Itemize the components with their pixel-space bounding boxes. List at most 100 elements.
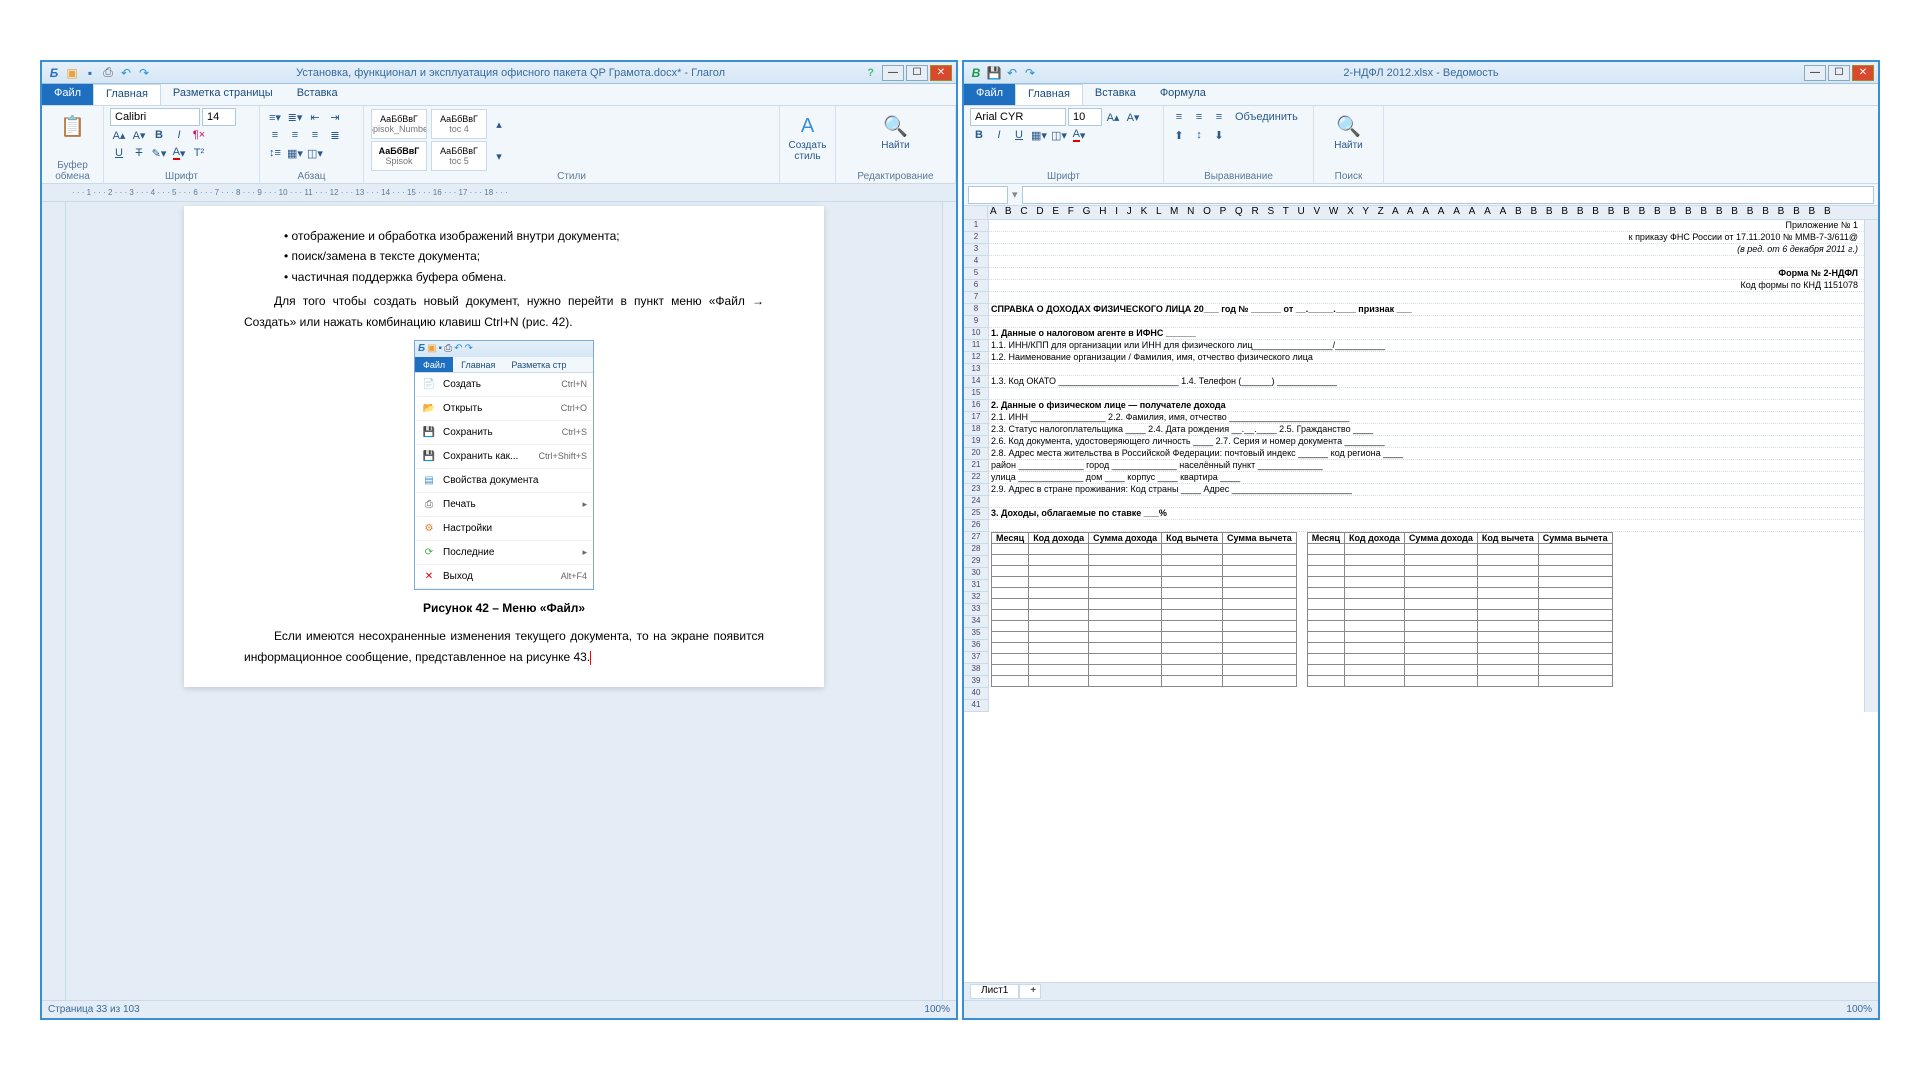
highlight-icon[interactable]: ✎▾ xyxy=(150,144,168,162)
underline-button[interactable]: U xyxy=(110,144,128,162)
tab-file[interactable]: Файл xyxy=(42,84,93,105)
undo-icon[interactable]: ↶ xyxy=(118,65,134,81)
minimize-button[interactable]: — xyxy=(882,65,904,81)
vertical-scrollbar[interactable] xyxy=(942,202,956,1000)
align-center-icon[interactable]: ≡ xyxy=(286,126,304,144)
page-status: Страница 33 из 103 xyxy=(48,1004,140,1015)
menubar: Файл Главная Разметка страницы Вставка xyxy=(42,84,956,106)
merge-button[interactable]: Объединить xyxy=(1230,108,1303,126)
styles-scroll-down-icon[interactable]: ▾ xyxy=(490,147,508,165)
font-size-select[interactable] xyxy=(1068,108,1102,126)
underline-button[interactable]: U xyxy=(1010,126,1028,144)
cells-grid[interactable]: Приложение № 1 к приказу ФНС России от 1… xyxy=(989,220,1864,712)
menu-item-props: ▤Свойства документа xyxy=(415,469,593,493)
app-logo-icon: Б xyxy=(418,340,425,357)
save-icon[interactable]: 💾 xyxy=(986,65,1002,81)
add-sheet-button[interactable]: + xyxy=(1019,984,1041,999)
page[interactable]: • отображение и обработка изображений вн… xyxy=(184,206,824,687)
styles-scroll-up-icon[interactable]: ▴ xyxy=(490,115,508,133)
font-size-select[interactable] xyxy=(202,108,236,126)
embedded-tab-home: Главная xyxy=(453,357,503,372)
align-justify-icon[interactable]: ≣ xyxy=(326,126,344,144)
align-left-icon[interactable]: ≡ xyxy=(1170,108,1188,126)
group-paragraph: ≡▾ ≣▾ ⇤ ⇥ ≡ ≡ ≡ ≣ ↕≡ ▦▾ ◫▾ Абзац xyxy=(260,106,364,183)
superscript-icon[interactable]: T² xyxy=(190,144,208,162)
font-name-select[interactable] xyxy=(110,108,200,126)
close-button[interactable]: ✕ xyxy=(930,65,952,81)
style-item[interactable]: АаБбВвГSpisok_Number xyxy=(371,109,427,139)
maximize-button[interactable]: ☐ xyxy=(906,65,928,81)
vertical-ruler[interactable] xyxy=(42,202,66,1000)
shrink-font-icon[interactable]: A▾ xyxy=(130,126,148,144)
align-top-icon[interactable]: ⬆ xyxy=(1170,126,1188,144)
font-color-icon[interactable]: A▾ xyxy=(170,144,188,162)
strike-button[interactable]: T xyxy=(130,144,148,162)
grow-font-icon[interactable]: A▴ xyxy=(110,126,128,144)
menu-item-settings: ⚙Настройки xyxy=(415,517,593,541)
italic-button[interactable]: I xyxy=(170,126,188,144)
shading-icon[interactable]: ◫▾ xyxy=(306,144,324,162)
italic-button[interactable]: I xyxy=(990,126,1008,144)
bold-button[interactable]: B xyxy=(150,126,168,144)
find-button[interactable]: 🔍Найти xyxy=(842,108,949,155)
tab-formula[interactable]: Формула xyxy=(1148,84,1218,105)
redo-icon[interactable]: ↷ xyxy=(1022,65,1038,81)
formula-bar[interactable] xyxy=(1022,186,1874,204)
horizontal-ruler[interactable]: · · · 1 · · · 2 · · · 3 · · · 4 · · · 5 … xyxy=(42,184,956,202)
minimize-button[interactable]: — xyxy=(1804,65,1826,81)
ribbon: A▴ A▾ B I U ▦▾ ◫▾ A▾ Шрифт ≡ ≡ ≡ Объедин… xyxy=(964,106,1878,184)
outdent-icon[interactable]: ⇤ xyxy=(306,108,324,126)
print-icon[interactable]: ⎙ xyxy=(100,65,116,81)
vertical-scrollbar[interactable] xyxy=(1864,220,1878,712)
borders-icon[interactable]: ▦▾ xyxy=(286,144,304,162)
align-middle-icon[interactable]: ↕ xyxy=(1190,126,1208,144)
tab-home[interactable]: Главная xyxy=(1015,84,1083,105)
bullets-icon[interactable]: ≡▾ xyxy=(266,108,284,126)
document-area: • отображение и обработка изображений вн… xyxy=(42,202,956,1000)
grow-font-icon[interactable]: A▴ xyxy=(1104,108,1122,126)
redo-icon[interactable]: ↷ xyxy=(136,65,152,81)
undo-icon[interactable]: ↶ xyxy=(1004,65,1020,81)
align-right-icon[interactable]: ≡ xyxy=(306,126,324,144)
align-bottom-icon[interactable]: ⬇ xyxy=(1210,126,1228,144)
indent-icon[interactable]: ⇥ xyxy=(326,108,344,126)
shrink-font-icon[interactable]: A▾ xyxy=(1124,108,1142,126)
create-style-button[interactable]: AСоздать стиль xyxy=(786,108,829,166)
line-spacing-icon[interactable]: ↕≡ xyxy=(266,144,284,162)
numbering-icon[interactable]: ≣▾ xyxy=(286,108,304,126)
clear-format-icon[interactable]: ¶× xyxy=(190,126,208,144)
borders-icon[interactable]: ▦▾ xyxy=(1030,126,1048,144)
name-box[interactable] xyxy=(968,186,1008,204)
folder-icon[interactable]: ▣ xyxy=(64,65,80,81)
row-headers[interactable]: 1234567891011121314151617181920212223242… xyxy=(964,220,989,712)
titlebar: Б ▣ ▪ ⎙ ↶ ↷ Установка, функционал и эксп… xyxy=(42,62,956,84)
align-left-icon[interactable]: ≡ xyxy=(266,126,284,144)
menu-item-exit: ✕ВыходAlt+F4 xyxy=(415,565,593,589)
fill-color-icon[interactable]: ◫▾ xyxy=(1050,126,1068,144)
help-icon[interactable]: ? xyxy=(867,67,874,79)
style-item[interactable]: АаБбВвГtoc 4 xyxy=(431,109,487,139)
align-right-icon[interactable]: ≡ xyxy=(1210,108,1228,126)
tab-home[interactable]: Главная xyxy=(93,84,161,105)
paragraph: Если имеются несохраненные изменения тек… xyxy=(244,626,764,667)
tab-file[interactable]: Файл xyxy=(964,84,1015,105)
close-button[interactable]: ✕ xyxy=(1852,65,1874,81)
font-name-select[interactable] xyxy=(970,108,1066,126)
tab-layout[interactable]: Разметка страницы xyxy=(161,84,285,105)
maximize-button[interactable]: ☐ xyxy=(1828,65,1850,81)
tab-insert[interactable]: Вставка xyxy=(285,84,350,105)
style-item[interactable]: АаБбВвГSpisok xyxy=(371,141,427,171)
style-item[interactable]: АаБбВвГtoc 5 xyxy=(431,141,487,171)
font-color-icon[interactable]: A▾ xyxy=(1070,126,1088,144)
window-title: 2-НДФЛ 2012.xlsx - Ведомость xyxy=(1040,67,1802,79)
column-headers[interactable]: A B C D E F G H I J K L M N O P Q R S T … xyxy=(988,206,1878,220)
tab-insert[interactable]: Вставка xyxy=(1083,84,1148,105)
paste-button[interactable]: 📋 xyxy=(48,108,97,144)
zoom-level[interactable]: 100% xyxy=(1846,1004,1872,1015)
find-button[interactable]: 🔍Найти xyxy=(1320,108,1377,155)
zoom-level[interactable]: 100% xyxy=(924,1004,950,1015)
align-center-icon[interactable]: ≡ xyxy=(1190,108,1208,126)
save-icon[interactable]: ▪ xyxy=(82,65,98,81)
bold-button[interactable]: B xyxy=(970,126,988,144)
sheet-tab[interactable]: Лист1 xyxy=(970,984,1019,999)
